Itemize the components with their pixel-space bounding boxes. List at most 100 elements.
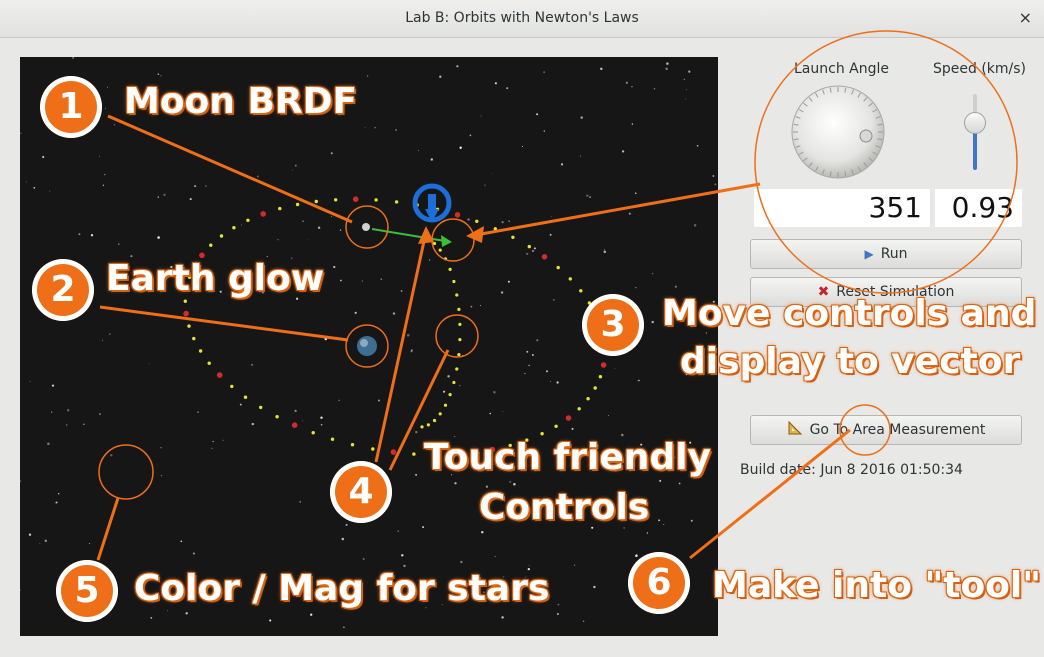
star (579, 155, 581, 157)
star (102, 339, 103, 341)
star (167, 610, 168, 612)
star (108, 333, 111, 335)
star (157, 236, 160, 239)
star (658, 519, 661, 522)
star (685, 89, 687, 91)
star (211, 447, 213, 450)
star (589, 196, 591, 198)
star (308, 238, 309, 240)
star (338, 399, 340, 401)
star (33, 186, 36, 189)
star (553, 299, 555, 301)
star (500, 291, 504, 294)
window-title: Lab B: Orbits with Newton's Laws (405, 10, 639, 26)
star (42, 155, 45, 159)
orbit-dot (192, 336, 196, 341)
star (251, 422, 254, 426)
star (294, 164, 297, 167)
annotation-label-1: Moon BRDF (124, 81, 358, 122)
star (256, 175, 259, 178)
star (378, 399, 380, 402)
ruler-triangle-icon (787, 420, 803, 440)
earth (357, 336, 377, 356)
speed-slider[interactable] (964, 94, 986, 170)
annotation-label-4b: Controls (479, 487, 650, 528)
annotation-label-4a: Touch friendly (424, 437, 712, 478)
orbit-dot (198, 349, 203, 353)
star (549, 381, 551, 383)
moon (362, 223, 370, 231)
star (439, 75, 442, 78)
star (659, 479, 662, 482)
orbit-dot (426, 423, 430, 427)
star (392, 312, 396, 315)
orbit-dot (452, 279, 456, 284)
orbit-dot (493, 227, 497, 231)
star (631, 123, 634, 125)
orbit-dot (330, 437, 335, 441)
star (533, 247, 536, 250)
star (635, 286, 637, 289)
star (49, 190, 51, 192)
star (525, 252, 529, 256)
star (556, 612, 559, 616)
star (536, 113, 539, 116)
slider-handle[interactable] (964, 112, 986, 134)
orbit-dot (183, 299, 187, 303)
orbit-dot (183, 310, 189, 317)
star (690, 519, 693, 522)
star (447, 375, 450, 378)
annotation-badge-5: 5 (56, 560, 118, 622)
star (157, 196, 160, 198)
star (330, 152, 333, 155)
star (78, 233, 81, 236)
star (479, 305, 481, 306)
star (631, 86, 633, 88)
star (98, 413, 101, 416)
star (634, 192, 637, 194)
orbit-dot (554, 424, 558, 428)
star (415, 473, 418, 476)
orbit-dot (275, 415, 279, 419)
star (28, 533, 32, 536)
star (47, 442, 50, 446)
star (345, 523, 348, 526)
speed-field[interactable]: 0.93 (935, 189, 1022, 227)
orbit-dot (565, 415, 572, 421)
star (418, 149, 420, 152)
star (67, 409, 70, 412)
star (189, 152, 192, 154)
star (354, 311, 357, 314)
star (324, 337, 328, 341)
star (160, 447, 162, 449)
orbit-dot (443, 403, 448, 407)
star (454, 482, 457, 485)
area-measurement-button[interactable]: Go To Area Measurement (750, 415, 1022, 445)
orbit-dot (541, 254, 548, 260)
orbit-dot (232, 226, 236, 230)
orbit-dot (432, 418, 437, 423)
star (665, 67, 668, 71)
star (603, 248, 605, 250)
star (277, 238, 279, 241)
orbit-dot (457, 307, 461, 311)
star (481, 530, 484, 534)
star (560, 163, 564, 166)
star (461, 355, 464, 357)
star (320, 423, 323, 426)
star (410, 349, 413, 352)
run-button[interactable]: ▶ Run (750, 239, 1022, 269)
star (545, 370, 549, 373)
velocity-vector (371, 228, 446, 242)
star (480, 115, 482, 117)
launch-angle-field[interactable]: 351 (754, 189, 930, 227)
star (57, 492, 60, 495)
star (600, 67, 603, 71)
star (339, 229, 342, 231)
star (269, 619, 272, 622)
star (395, 128, 398, 131)
star (320, 416, 323, 419)
close-icon[interactable]: × (1019, 8, 1032, 27)
launch-angle-knob[interactable] (786, 80, 890, 184)
star (586, 194, 589, 197)
